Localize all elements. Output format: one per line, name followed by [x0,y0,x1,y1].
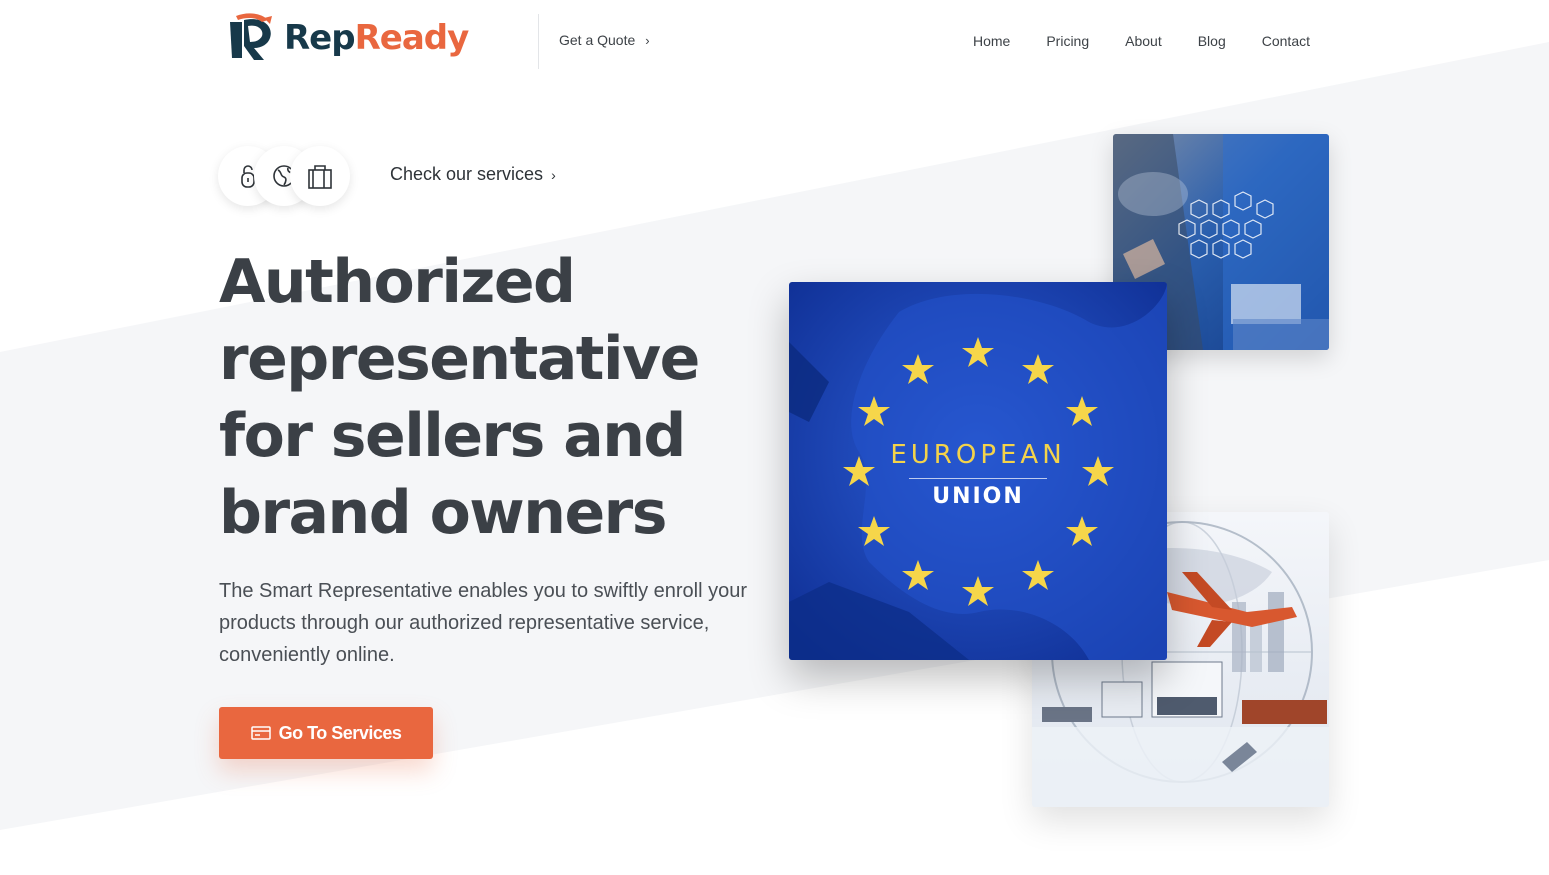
check-services-label: Check our services [390,164,544,184]
check-services-link[interactable]: Check our services › [390,164,556,185]
nav-contact[interactable]: Contact [1262,33,1310,49]
eu-label-union: UNION [932,484,1024,509]
brand-wordmark: RepReady [284,18,470,58]
go-to-services-label: Go To Services [278,722,402,743]
brand-name-rep: Rep [284,18,356,58]
go-to-services-button[interactable]: Go To Services [219,707,433,759]
get-a-quote-label: Get a Quote [559,32,636,48]
eu-label-divider [909,478,1047,479]
services-card-icon [250,726,271,740]
chevron-right-icon: › [645,32,650,48]
nav-pricing[interactable]: Pricing [1046,33,1089,49]
chevron-right-icon: › [551,166,556,183]
get-a-quote-link[interactable]: Get a Quote › [559,32,650,48]
logo-mark-icon [230,13,272,60]
site-header: RepReady Get a Quote › Home Pricing Abou… [0,0,1549,85]
nav-home[interactable]: Home [973,33,1010,49]
nav-blog[interactable]: Blog [1198,33,1226,49]
shopping-bag-icon [290,146,350,206]
brand-logo[interactable]: RepReady [224,10,470,66]
main-nav: Home Pricing About Blog Contact [973,33,1310,49]
hero-title: Authorized representative for sellers an… [219,247,700,548]
european-union-image: EUROPEAN UNION [789,282,1167,660]
eu-label-european: EUROPEAN [890,440,1066,470]
nav-about[interactable]: About [1125,33,1162,49]
brand-name-ready: Ready [354,18,470,58]
service-icons [218,146,353,206]
hero-description: The Smart Representative enables you to … [219,580,748,666]
header-divider [538,14,539,69]
